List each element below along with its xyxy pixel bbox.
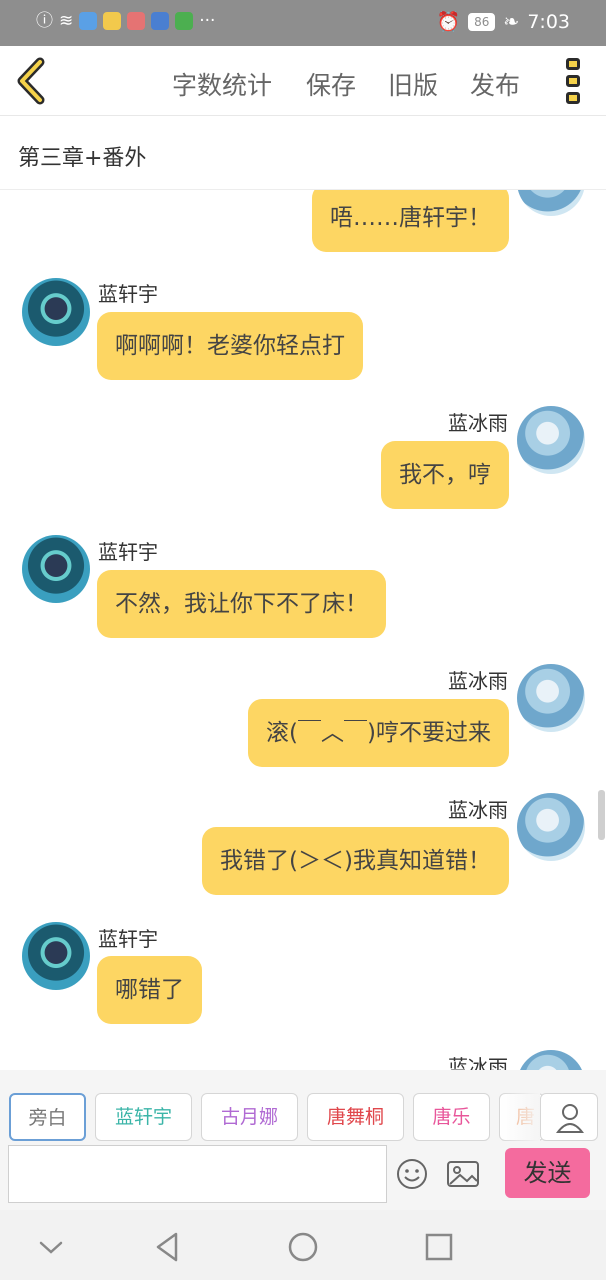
word-count-button[interactable]: 字数统计 <box>172 66 272 102</box>
role-label: 唐乐 <box>432 1106 471 1128</box>
more-dots-icon <box>566 58 580 70</box>
compose-panel: 旁白 蓝轩宇 古月娜 唐舞桐 唐乐 唐 发送 <box>0 1070 606 1210</box>
role-label: 唐舞桐 <box>326 1106 384 1128</box>
wifi-icon: ≋ <box>59 11 74 31</box>
role-label: 古月娜 <box>220 1106 278 1128</box>
sender-name: 蓝轩宇 <box>98 927 158 951</box>
user-icon <box>555 1104 585 1133</box>
nav-recents-button[interactable] <box>422 1230 456 1264</box>
alarm-icon: ⏰ <box>436 11 461 33</box>
send-button[interactable]: 发送 <box>505 1148 590 1198</box>
more-menu-button[interactable] <box>560 56 588 106</box>
message-input[interactable] <box>8 1145 387 1203</box>
chat-area[interactable]: 唔……唐轩宇！ 蓝轩宇 啊啊啊！老婆你轻点打 蓝冰雨 我不，哼 蓝轩宇 不然，我… <box>0 190 606 1070</box>
message-bubble[interactable]: 我错了(＞＜)我真知道错！ <box>202 827 509 895</box>
avatar[interactable] <box>517 1050 585 1070</box>
image-button[interactable] <box>446 1158 480 1190</box>
message-bubble[interactable]: 哪错了 <box>97 956 202 1024</box>
avatar[interactable] <box>22 922 90 990</box>
avatar[interactable] <box>517 190 585 216</box>
status-more: ··· <box>199 11 216 31</box>
nav-collapse-button[interactable] <box>34 1230 68 1264</box>
role-label: 蓝轩宇 <box>114 1106 172 1128</box>
role-label: 旁白 <box>28 1107 67 1129</box>
app-icon-5 <box>175 12 194 30</box>
role-chip-tang-wutong[interactable]: 唐舞桐 <box>307 1093 404 1141</box>
sender-name: 蓝冰雨 <box>448 669 508 693</box>
sender-name: 蓝冰雨 <box>448 798 508 822</box>
nav-back-button[interactable] <box>150 1230 184 1264</box>
chapter-title: 第三章+番外 <box>18 146 147 171</box>
message-bubble[interactable]: 我不，哼 <box>381 441 509 509</box>
nav-home-button[interactable] <box>286 1230 320 1264</box>
app-icon-2 <box>103 12 122 30</box>
old-version-button[interactable]: 旧版 <box>388 66 438 102</box>
chapter-header[interactable]: 第三章+番外 <box>0 116 606 190</box>
circle-home-icon <box>288 1232 318 1262</box>
status-icons-left: ⓘ ≋ ··· <box>36 12 215 30</box>
add-role-button[interactable] <box>540 1093 598 1141</box>
sender-name: 蓝冰雨 <box>448 411 508 435</box>
scrollbar[interactable] <box>598 790 605 840</box>
battery-indicator: 86 <box>468 12 496 31</box>
role-chip-gu-yuena[interactable]: 古月娜 <box>201 1093 298 1141</box>
more-dot <box>566 75 580 87</box>
sender-name: 蓝冰雨 <box>448 1055 508 1070</box>
system-nav-bar <box>0 1210 606 1280</box>
emoji-icon <box>397 1159 427 1189</box>
status-bar: ⓘ ≋ ··· ⏰ 86 ❧ 7:03 <box>0 0 606 46</box>
role-chip-narrator[interactable]: 旁白 <box>9 1093 86 1141</box>
alert-icon: ⓘ <box>36 11 53 31</box>
back-button[interactable] <box>14 56 54 106</box>
role-chip-lan-xuanyu[interactable]: 蓝轩宇 <box>95 1093 192 1141</box>
image-icon <box>447 1161 479 1187</box>
sender-name: 蓝轩宇 <box>98 282 158 306</box>
sender-name: 蓝轩宇 <box>98 540 158 564</box>
triangle-back-icon <box>156 1232 178 1262</box>
message-bubble[interactable]: 啊啊啊！老婆你轻点打 <box>97 312 363 380</box>
status-time: 7:03 <box>527 10 570 33</box>
avatar[interactable] <box>22 535 90 603</box>
more-dot <box>566 92 580 104</box>
avatar[interactable] <box>517 664 585 732</box>
app-icon-3 <box>127 12 146 30</box>
chevron-left-icon <box>17 57 45 105</box>
square-recents-icon <box>425 1233 453 1261</box>
app-icon-1 <box>79 12 98 30</box>
avatar[interactable] <box>22 278 90 346</box>
editor-toolbar: 字数统计 保存 旧版 发布 <box>0 46 606 116</box>
message-bubble[interactable]: 滚(￣︿￣)哼不要过来 <box>248 699 509 767</box>
avatar[interactable] <box>517 406 585 474</box>
app-icon-4 <box>151 12 170 30</box>
avatar[interactable] <box>517 793 585 861</box>
role-chip-tang-le[interactable]: 唐乐 <box>413 1093 490 1141</box>
publish-button[interactable]: 发布 <box>470 66 520 102</box>
message-bubble[interactable]: 唔……唐轩宇！ <box>312 190 509 252</box>
emoji-button[interactable] <box>396 1158 428 1190</box>
message-bubble[interactable]: 不然，我让你下不了床！ <box>97 570 386 638</box>
role-list-fade <box>500 1090 540 1146</box>
chevron-down-icon <box>39 1241 63 1254</box>
leaf-icon: ❧ <box>503 10 520 33</box>
save-button[interactable]: 保存 <box>306 66 356 102</box>
status-icons-right: ⏰ 86 ❧ 7:03 <box>436 10 570 34</box>
